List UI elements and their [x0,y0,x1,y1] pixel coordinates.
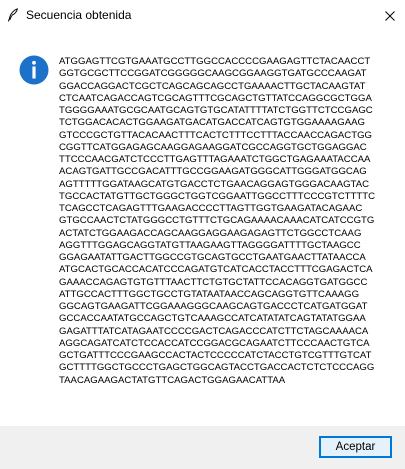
sequence-line: GCTGATTTCCCGAAGCCACTACTCCCCCATCTACCTGTCG… [59,350,372,361]
sequence-line: AGTTTTTGGATAAGCATGTGACCTCTGAACAGGAGTGGGA… [59,178,370,190]
sequence-line: ATGCACTGCACCACATCCCAGATGTCATCACCTACCTTTC… [59,264,373,276]
sequence-line: TCAGCCTCAGAGTTTGAAGACCCCTTAGTTGGTGAAGATA… [59,203,363,214]
title-bar[interactable]: Secuencia obtenida [0,0,405,31]
sequence-line: AGGCAGATCATCTCCACCATCCGGACGCAGAATCTTCCCA… [59,337,370,349]
feather-icon [7,8,19,22]
sequence-line: GTCCCGCTGTTACACAACTTTCACTCTTTCCTTTACCAAC… [59,129,373,141]
sequence-line: GGACCAGGACTCGCTCAGCAGCAGCCTGAAAACTTGCTAC… [59,80,366,92]
sequence-line: GTGCCAACTCTATGGGCCTGTTTCTGCAGAAAACAAACAT… [59,215,375,227]
sequence-line: ACTATCTGGAAGACCAGCAAGGAGGAAGAGAGTTCTGGCC… [59,227,362,239]
close-icon [384,10,395,21]
sequence-line: GGCAGTGAAGATTCGGAAAGGGCAAGCAGTGACCCTCATG… [59,301,368,312]
ok-button[interactable]: Aceptar [319,436,392,458]
sequence-line: TAACAGAAGACTATGTTCAGACTGGAGAACATTAA [59,374,286,386]
button-bar: Aceptar [0,426,405,469]
sequence-line: TGGGGAAATGCGCAATGCAGTGTGCATATTTTATCTGGTT… [59,105,373,116]
close-button[interactable] [374,0,405,31]
sequence-line: TCTGGACACACTGGAAGATGACATGACCATCAGTGTGGAA… [59,117,365,129]
sequence-line: CTCAATCAGACCAGTCGCAGTTTCGCAGCTGTTATCCAGG… [59,92,372,104]
message-dialog: Secuencia obtenida ATGGAGTTCGTGAAATGCCTT… [0,0,405,469]
sequence-line: GGTGCGCTTCCGGATCGGGGGCAAGCGGAAGGTGATGCCC… [59,68,367,80]
sequence-line: GCTTTTGGCTGCCCTGAGCTGGCAGTACCTGACCACTCTC… [59,362,375,374]
info-icon [19,55,49,85]
dialog-content: ATGGAGTTCGTGAAATGCCTTGGCCACCCCGAAGAGTTCT… [0,31,405,426]
sequence-line: GAGATTTATCATAGAATCCCCGACTCAGACCCATCTTCTA… [59,325,369,337]
sequence-line: CGGTTCATGGAGAGCAAGGAGAAGGATCGCCAGGTGCTGG… [59,141,367,153]
window-title: Secuencia obtenida [26,8,132,22]
sequence-line: GGAGAATATTGACTTGGCCGTGCAGTGCCTGAATGAACTT… [59,252,366,263]
sequence-line: ACAGTGATTGCCGACATTTGCCGGAAGATGGGCATTGGGA… [59,166,367,178]
sequence-line: GCCACCAATATGCCAGCTGTCAAAGCCATCATATATCAGT… [59,313,366,325]
sequence-line: ATGGAGTTCGTGAAATGCCTTGGCCACCCCGAAGAGTTCT… [59,56,371,67]
sequence-line: ATTGCCACTTTGGCTGCCTGTATAATAACCAGCAGGTGTT… [59,288,360,300]
sequence-line: TGCCACTATGTTGCTGGGCTGGTCGGAATTGGCCTTTCCC… [59,190,376,202]
sequence-line: GAAACCAGAGTGTGTTTAACTTCTGTGCTATTCCACAGGT… [59,276,368,288]
sequence-line: AGGTTTGGAGCAGGTATGTTAAGAAGTTAGGGGATTTTGC… [59,239,361,251]
sequence-message: ATGGAGTTCGTGAAATGCCTTGGCCACCCCGAAGAGTTCT… [59,56,399,387]
sequence-line: TTCCCAACGATCTCCCTTGAGTTTAGAAATCTGGCTGAGA… [59,154,371,165]
